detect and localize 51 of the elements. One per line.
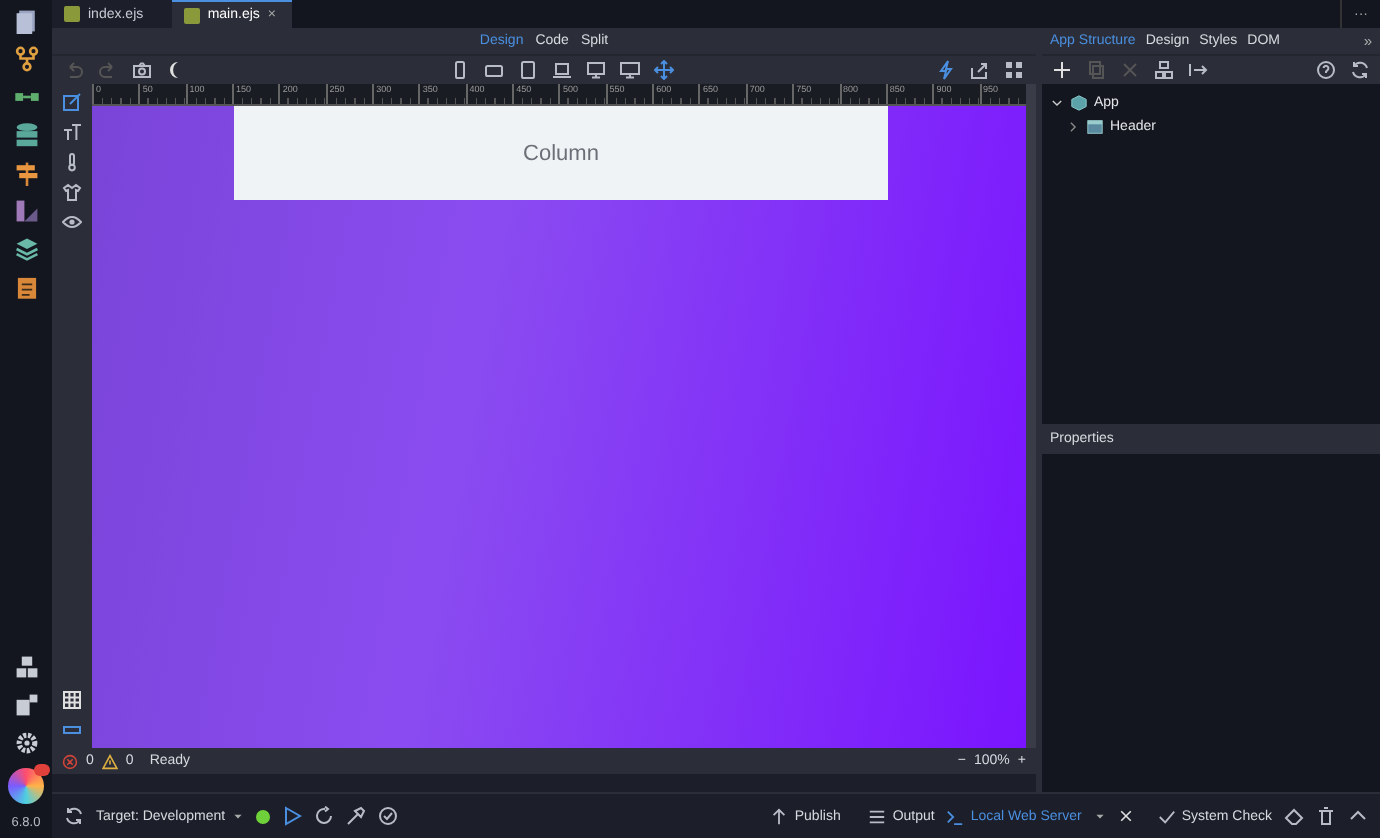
settings-icon[interactable] <box>13 730 39 756</box>
eye-icon[interactable] <box>62 212 82 232</box>
lightning-icon[interactable] <box>936 60 956 80</box>
terminal-icon <box>946 807 965 825</box>
error-icon <box>62 753 78 769</box>
add-icon[interactable] <box>1052 60 1072 80</box>
arrow-up-icon <box>770 807 789 825</box>
cube-icon <box>1070 93 1088 111</box>
camera-icon[interactable] <box>132 60 152 80</box>
pages-icon[interactable] <box>13 8 39 34</box>
app-logo[interactable] <box>8 768 44 804</box>
reload-icon[interactable] <box>313 806 334 826</box>
laptop-icon[interactable] <box>551 60 571 80</box>
refresh-icon[interactable] <box>1350 60 1370 80</box>
move-arrows-icon[interactable] <box>653 60 673 80</box>
column-block[interactable]: Column <box>234 106 888 200</box>
monitor-icon[interactable] <box>619 60 639 80</box>
chevron-down-icon[interactable] <box>1050 95 1064 109</box>
branch-icon[interactable] <box>13 46 39 72</box>
indent-arrow-icon[interactable] <box>1188 60 1208 80</box>
caret-icon <box>231 810 244 822</box>
grid-icon[interactable] <box>62 690 82 710</box>
shirt-icon[interactable] <box>62 182 82 202</box>
phone-landscape-icon[interactable] <box>483 60 503 80</box>
header-block-icon <box>1086 117 1104 135</box>
phone-icon[interactable] <box>449 60 469 80</box>
chevron-right-icon[interactable] <box>1066 119 1080 133</box>
trash-icon[interactable] <box>1316 806 1336 826</box>
warning-icon <box>101 753 118 769</box>
share-icon[interactable] <box>970 60 990 80</box>
database-icon[interactable] <box>13 122 39 148</box>
caret-down-icon[interactable] <box>1093 810 1106 822</box>
thermometer-icon[interactable] <box>62 152 82 172</box>
play-icon[interactable] <box>281 806 302 826</box>
hierarchy-icon[interactable] <box>1154 60 1174 80</box>
help-icon[interactable] <box>1316 60 1336 80</box>
clipboard-icon[interactable] <box>13 274 39 300</box>
check-icon <box>1157 807 1176 825</box>
close-icon[interactable] <box>1117 808 1134 824</box>
sync-icon[interactable] <box>64 806 84 826</box>
ruler-icon[interactable] <box>62 720 82 740</box>
text-size-icon[interactable] <box>62 122 82 142</box>
boxes-icon[interactable] <box>13 654 39 680</box>
signpost-icon[interactable] <box>13 160 39 186</box>
desktop-icon[interactable] <box>585 60 605 80</box>
check-circle-icon[interactable] <box>377 806 398 826</box>
edit-icon[interactable] <box>62 92 82 112</box>
hammer-icon[interactable] <box>345 806 366 826</box>
lines-icon <box>868 807 887 825</box>
layers-icon[interactable] <box>13 236 39 262</box>
tablet-icon[interactable] <box>517 60 537 80</box>
